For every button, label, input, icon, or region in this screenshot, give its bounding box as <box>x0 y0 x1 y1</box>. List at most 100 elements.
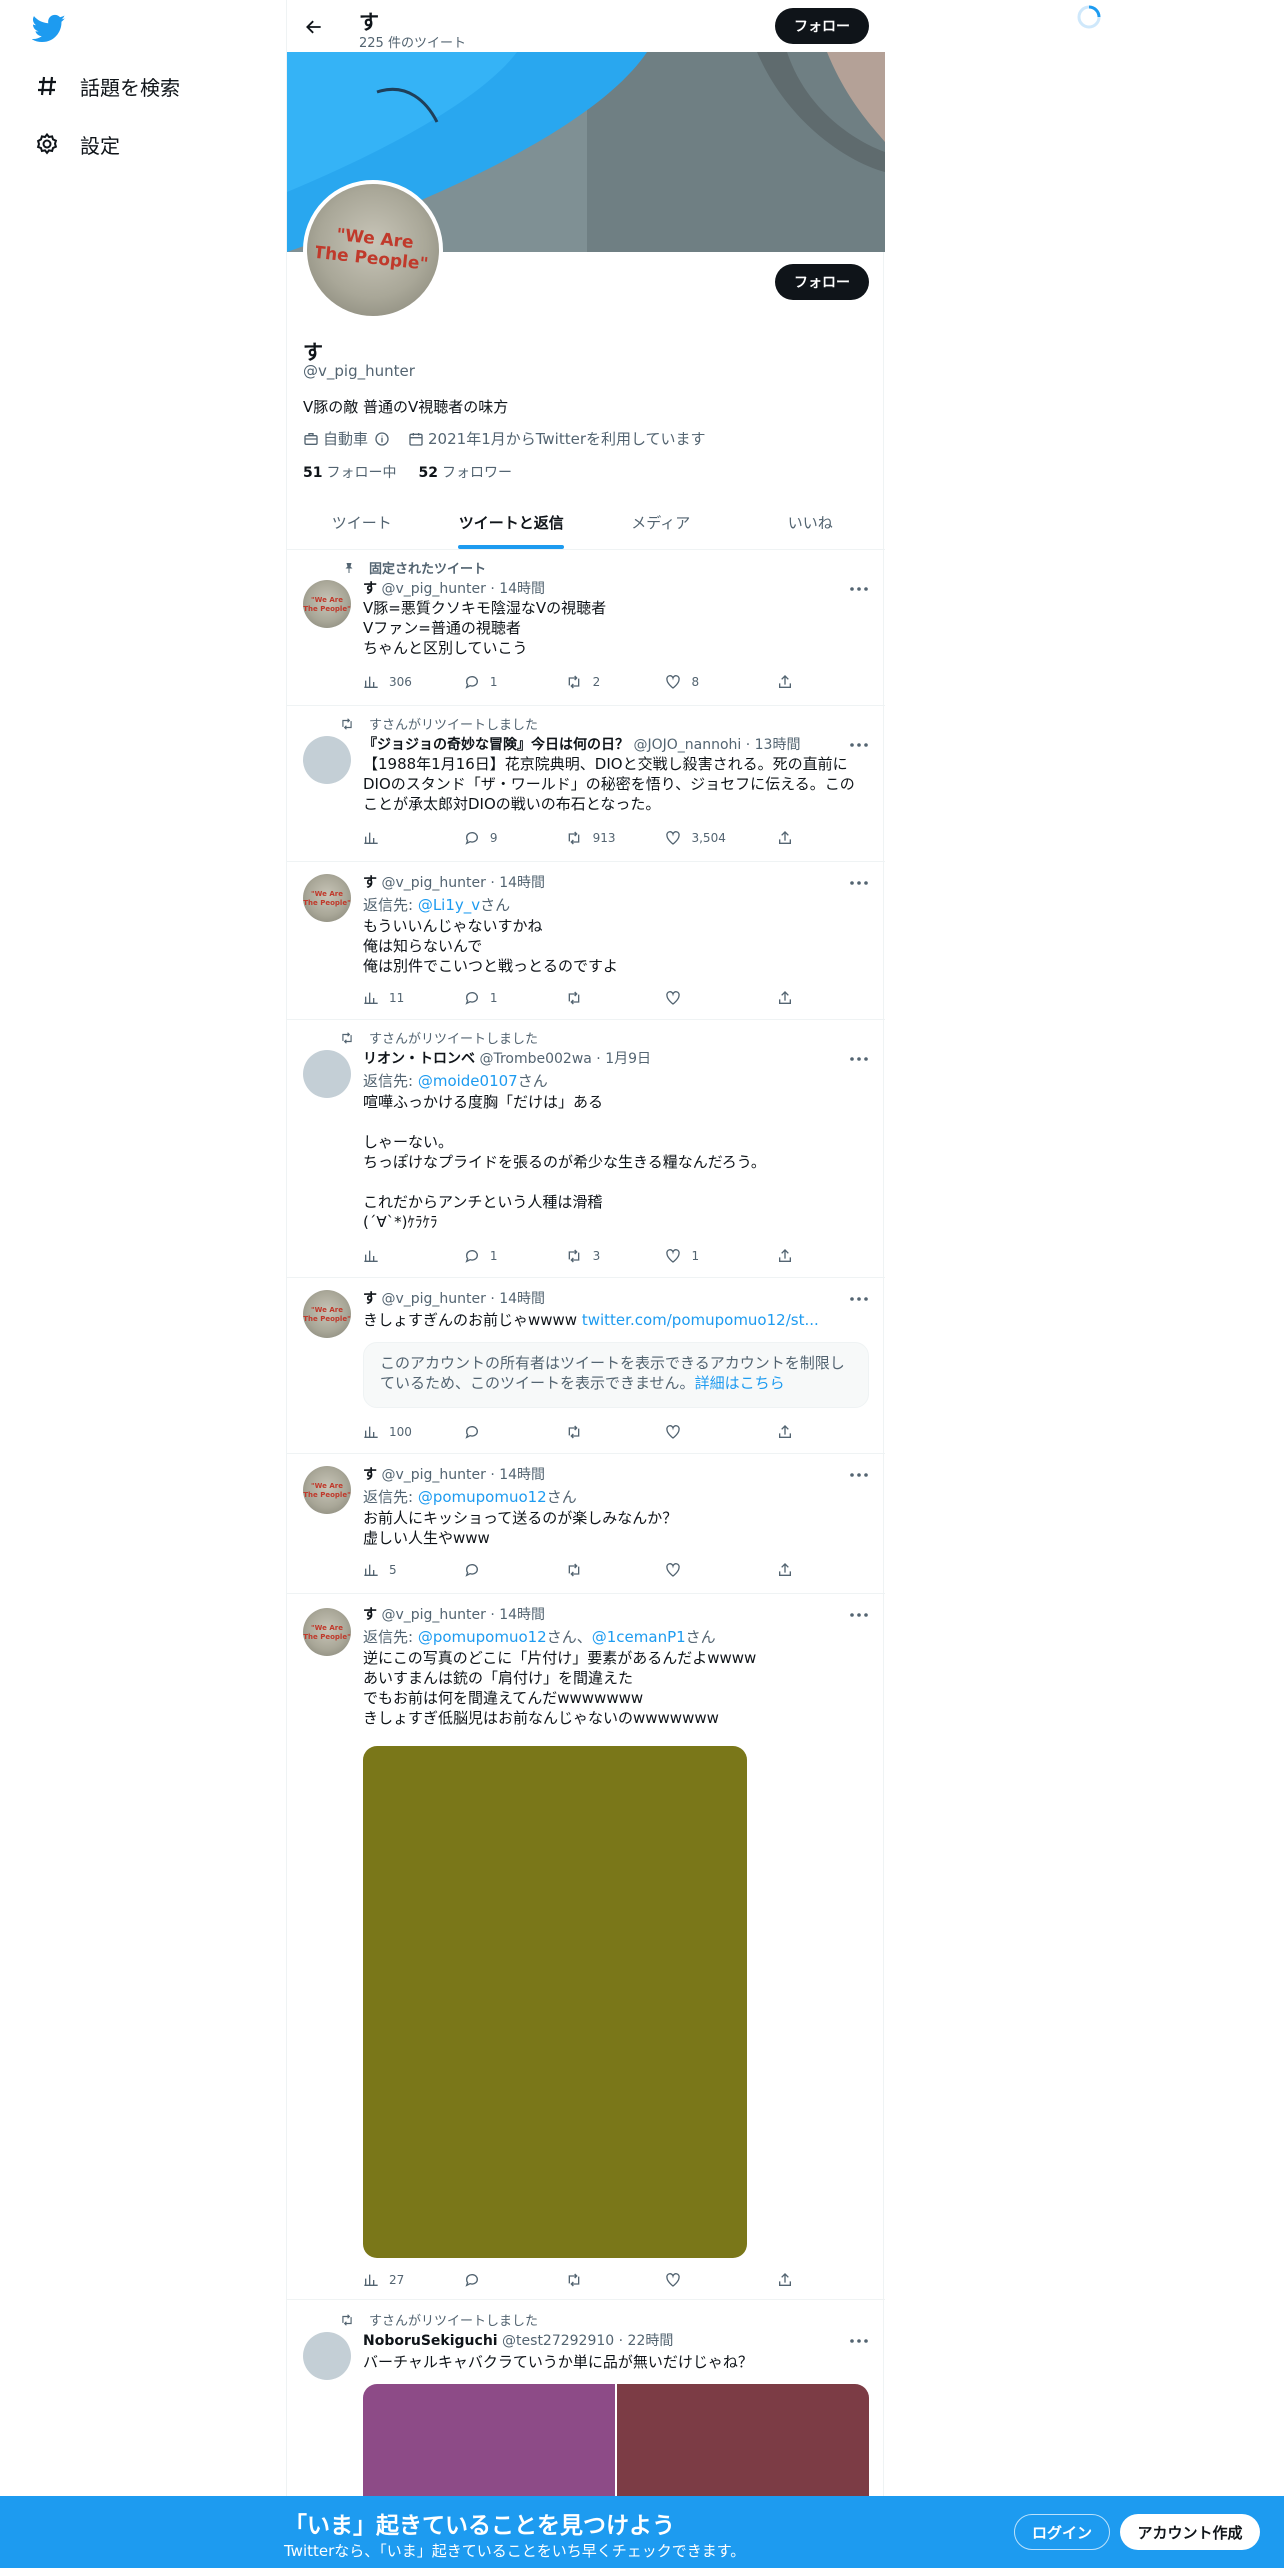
svg-text:"We Are: "We Are <box>311 890 343 898</box>
avatar[interactable]: "We Are The People" <box>303 580 351 628</box>
mention-link[interactable]: @pomupomuo12 <box>418 1488 547 1506</box>
like-button[interactable]: 1 <box>665 1246 766 1266</box>
tweet-item[interactable]: すさんがリツイートしました 『ジョジョの奇妙な冒険』今日は何の日？ @JOJO_… <box>287 706 885 862</box>
avatar[interactable]: "We Are The People" <box>303 874 351 922</box>
share-icon[interactable] <box>766 1422 803 1442</box>
svg-text:The People": The People" <box>303 1315 350 1323</box>
avatar[interactable] <box>303 736 351 784</box>
share-icon[interactable] <box>766 988 803 1008</box>
retweet-button[interactable] <box>565 1560 666 1580</box>
mention-link[interactable]: @1cemanP1 <box>592 1628 686 1646</box>
tweet-item[interactable]: "We Are The People" す @v_pig_hunter · 14時… <box>287 1278 885 1454</box>
tab-likes[interactable]: いいね <box>736 496 886 549</box>
retweet-button[interactable] <box>565 988 666 1008</box>
gear-icon <box>34 131 60 157</box>
back-arrow-icon[interactable] <box>299 12 329 42</box>
more-icon[interactable] <box>849 738 869 752</box>
more-icon[interactable] <box>849 2334 869 2348</box>
views-button[interactable] <box>363 828 464 848</box>
login-button[interactable]: ログイン <box>1014 2514 1110 2550</box>
share-icon[interactable] <box>766 1246 803 1266</box>
tweet-item[interactable]: すさんがリツイートしました リオン・トロンベ @Trombe002wa · 1月… <box>287 1020 885 1278</box>
like-button[interactable] <box>665 988 766 1008</box>
profile-follow-stats: 51 フォロー中 52 フォロワー <box>303 462 534 482</box>
svg-text:"We Are: "We Are <box>311 1306 343 1314</box>
tweet-image-grid[interactable] <box>363 2384 869 2504</box>
more-icon[interactable] <box>849 1052 869 1066</box>
tweet-image[interactable] <box>617 2384 869 2504</box>
like-button[interactable]: 8 <box>665 672 766 692</box>
more-icon[interactable] <box>849 582 869 596</box>
reply-to: 返信先: @moide0107さん <box>363 1072 548 1090</box>
tab-tweets-and-replies[interactable]: ツイートと返信 <box>437 496 587 549</box>
views-button[interactable]: 306 <box>363 672 464 692</box>
top-header: す 225 件のツイート フォロー <box>287 0 885 52</box>
more-icon[interactable] <box>849 1468 869 1482</box>
avatar[interactable] <box>303 2332 351 2380</box>
header-tweet-count: 225 件のツイート <box>359 36 466 51</box>
nav-explore[interactable]: 話題を検索 <box>34 66 180 106</box>
more-icon[interactable] <box>849 1608 869 1622</box>
tweet-item[interactable]: 固定されたツイート "We Are The People" す @v_pig_hu… <box>287 550 885 706</box>
tweet-text: きしょすぎんのお前じゃwwww twitter.com/pomupomuo12/… <box>363 1311 819 1329</box>
tweet-image[interactable] <box>363 1746 747 2258</box>
tab-tweets[interactable]: ツイート <box>287 496 437 549</box>
retweet-small-icon <box>335 1031 355 1045</box>
retweet-button[interactable] <box>565 1422 666 1442</box>
mention-link[interactable]: @pomupomuo12 <box>418 1628 547 1646</box>
tab-media[interactable]: メディア <box>586 496 736 549</box>
retweet-button[interactable]: 2 <box>565 672 666 692</box>
retweet-button[interactable]: 3 <box>565 1246 666 1266</box>
share-icon[interactable] <box>766 828 803 848</box>
following-link[interactable]: 51 フォロー中 <box>303 462 396 482</box>
like-button[interactable] <box>665 1422 766 1442</box>
avatar[interactable]: "We Are The People" <box>303 1290 351 1338</box>
followers-link[interactable]: 52 フォロワー <box>418 462 511 482</box>
loading-spinner-icon <box>1076 4 1102 30</box>
reply-button[interactable] <box>464 1560 565 1580</box>
reply-button[interactable]: 9 <box>464 828 565 848</box>
tweet-image[interactable] <box>363 2384 617 2504</box>
more-icon[interactable] <box>849 876 869 890</box>
views-button[interactable]: 100 <box>363 1422 464 1442</box>
views-button[interactable] <box>363 1246 464 1266</box>
twitter-bird-icon[interactable] <box>31 14 66 44</box>
tweet-item[interactable]: "We Are The People" す @v_pig_hunter · 14時… <box>287 862 885 1020</box>
share-icon[interactable] <box>766 1560 803 1580</box>
mention-link[interactable]: @Li1y_v <box>418 896 480 914</box>
profile-avatar[interactable]: "We Are The People" <box>303 180 443 320</box>
reply-button[interactable] <box>464 2270 565 2290</box>
like-button[interactable] <box>665 2270 766 2290</box>
signup-button[interactable]: アカウント作成 <box>1120 2514 1260 2550</box>
nav-settings[interactable]: 設定 <box>34 124 120 164</box>
views-button[interactable]: 27 <box>363 2270 464 2290</box>
learn-more-link[interactable]: 詳細はこちら <box>695 1374 785 1392</box>
avatar[interactable]: "We Are The People" <box>303 1608 351 1656</box>
tweet-item[interactable]: "We Are The People" す @v_pig_hunter · 14時… <box>287 1594 885 2300</box>
svg-text:"We Are: "We Are <box>311 1482 343 1490</box>
tweet-link[interactable]: twitter.com/pomupomuo12/st... <box>582 1311 819 1329</box>
reply-button[interactable]: 1 <box>464 1246 565 1266</box>
tweet-item[interactable]: "We Are The People" す @v_pig_hunter · 14時… <box>287 1454 885 1594</box>
views-button[interactable]: 5 <box>363 1560 464 1580</box>
like-button[interactable] <box>665 1560 766 1580</box>
views-button[interactable]: 11 <box>363 988 464 1008</box>
tweet-header: す @v_pig_hunter · 14時間 <box>363 1291 546 1307</box>
reply-button[interactable]: 1 <box>464 672 565 692</box>
reply-button[interactable]: 1 <box>464 988 565 1008</box>
retweet-button[interactable] <box>565 2270 666 2290</box>
share-icon[interactable] <box>766 2270 803 2290</box>
left-nav: 話題を検索 設定 <box>0 0 286 2568</box>
reply-button[interactable] <box>464 1422 565 1442</box>
like-button[interactable]: 3,504 <box>665 828 766 848</box>
retweet-button[interactable]: 913 <box>565 828 666 848</box>
header-follow-button[interactable]: フォロー <box>775 8 869 44</box>
mention-link[interactable]: @moide0107 <box>418 1072 518 1090</box>
hashtag-icon <box>34 73 60 99</box>
avatar[interactable] <box>303 1050 351 1098</box>
profile-follow-button[interactable]: フォロー <box>775 264 869 300</box>
more-icon[interactable] <box>849 1292 869 1306</box>
avatar[interactable]: "We Are The People" <box>303 1466 351 1514</box>
tweet-context: すさんがリツイートしました <box>335 1028 538 1047</box>
share-icon[interactable] <box>766 672 803 692</box>
